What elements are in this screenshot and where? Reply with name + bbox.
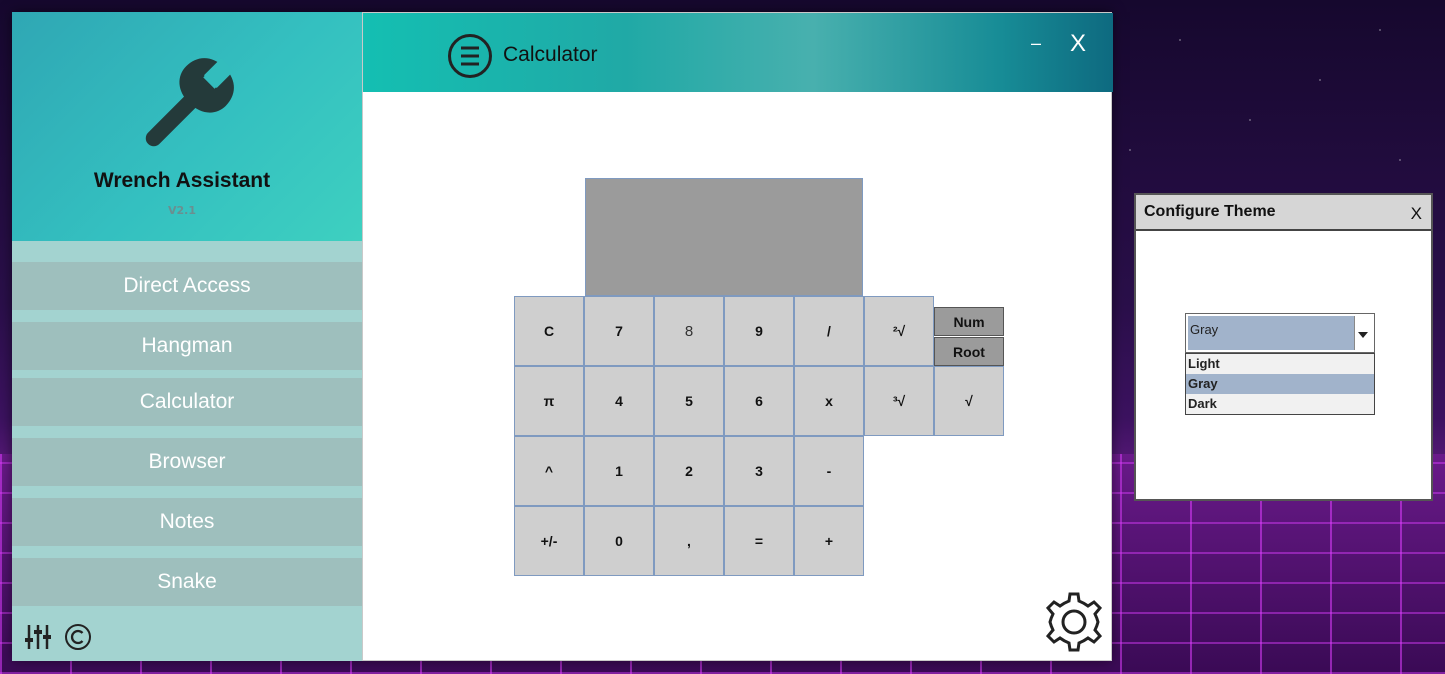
calculator-display	[585, 178, 863, 296]
app-version: V2.1	[168, 204, 196, 217]
page-title: Calculator	[503, 43, 598, 66]
sidebar-item-direct-access[interactable]: Direct Access	[12, 262, 362, 310]
settings-sliders-icon[interactable]	[23, 622, 53, 652]
wrench-icon	[145, 58, 234, 147]
sidebar-item-hangman[interactable]: Hangman	[12, 322, 362, 370]
key-5[interactable]: 5	[654, 366, 724, 436]
theme-option-light[interactable]: Light	[1186, 354, 1374, 374]
root-mode-button[interactable]: Root	[934, 337, 1004, 366]
dialog-titlebar: Configure Theme X	[1136, 195, 1431, 231]
sidebar: Wrench Assistant V2.1 Direct Access Hang…	[12, 12, 362, 661]
sidebar-header: Wrench Assistant V2.1	[12, 12, 362, 241]
key-clear[interactable]: C	[514, 296, 584, 366]
theme-option-gray[interactable]: Gray	[1186, 374, 1374, 394]
key-9[interactable]: 9	[724, 296, 794, 366]
dialog-title: Configure Theme	[1144, 203, 1276, 220]
key-multiply[interactable]: x	[794, 366, 864, 436]
gear-icon[interactable]	[1043, 591, 1105, 653]
key-6[interactable]: 6	[724, 366, 794, 436]
key-4[interactable]: 4	[584, 366, 654, 436]
chevron-down-icon[interactable]	[1354, 316, 1372, 350]
key-cube-root[interactable]: ³√	[864, 366, 934, 436]
key-7[interactable]: 7	[584, 296, 654, 366]
key-square-root[interactable]: ²√	[864, 296, 934, 366]
copyright-icon[interactable]	[63, 622, 93, 652]
key-2[interactable]: 2	[654, 436, 724, 506]
sidebar-item-browser[interactable]: Browser	[12, 438, 362, 486]
key-subtract[interactable]: -	[794, 436, 864, 506]
dialog-close-button[interactable]: X	[1411, 204, 1422, 224]
key-decimal[interactable]: ,	[654, 506, 724, 576]
close-button[interactable]: X	[1070, 30, 1086, 58]
configure-theme-dialog: Configure Theme X Gray Light Gray Dark	[1134, 193, 1433, 501]
theme-select-value: Gray	[1188, 316, 1356, 350]
key-8[interactable]: 8	[654, 296, 724, 366]
key-equals[interactable]: =	[724, 506, 794, 576]
sidebar-item-notes[interactable]: Notes	[12, 498, 362, 546]
sidebar-item-calculator[interactable]: Calculator	[12, 378, 362, 426]
key-pi[interactable]: π	[514, 366, 584, 436]
app-window: Wrench Assistant V2.1 Direct Access Hang…	[12, 12, 1113, 661]
minimize-button[interactable]: –	[1031, 33, 1041, 54]
key-3[interactable]: 3	[724, 436, 794, 506]
app-name: Wrench Assistant	[93, 169, 271, 192]
key-add[interactable]: +	[794, 506, 864, 576]
theme-option-list: Light Gray Dark	[1185, 353, 1375, 415]
sidebar-footer	[12, 612, 362, 661]
key-root[interactable]: √	[934, 366, 1004, 436]
key-power[interactable]: ^	[514, 436, 584, 506]
calculator-panel: Calculator – X C 7 8 9 / ²√ Num Root π 4…	[362, 12, 1113, 661]
key-0[interactable]: 0	[584, 506, 654, 576]
key-divide[interactable]: /	[794, 296, 864, 366]
num-mode-button[interactable]: Num	[934, 307, 1004, 336]
sidebar-item-snake[interactable]: Snake	[12, 558, 362, 606]
hamburger-circle-icon[interactable]	[447, 33, 493, 79]
key-negate[interactable]: +/-	[514, 506, 584, 576]
key-1[interactable]: 1	[584, 436, 654, 506]
theme-select[interactable]: Gray	[1185, 313, 1375, 353]
titlebar: Calculator – X	[363, 13, 1113, 92]
theme-option-dark[interactable]: Dark	[1186, 394, 1374, 414]
